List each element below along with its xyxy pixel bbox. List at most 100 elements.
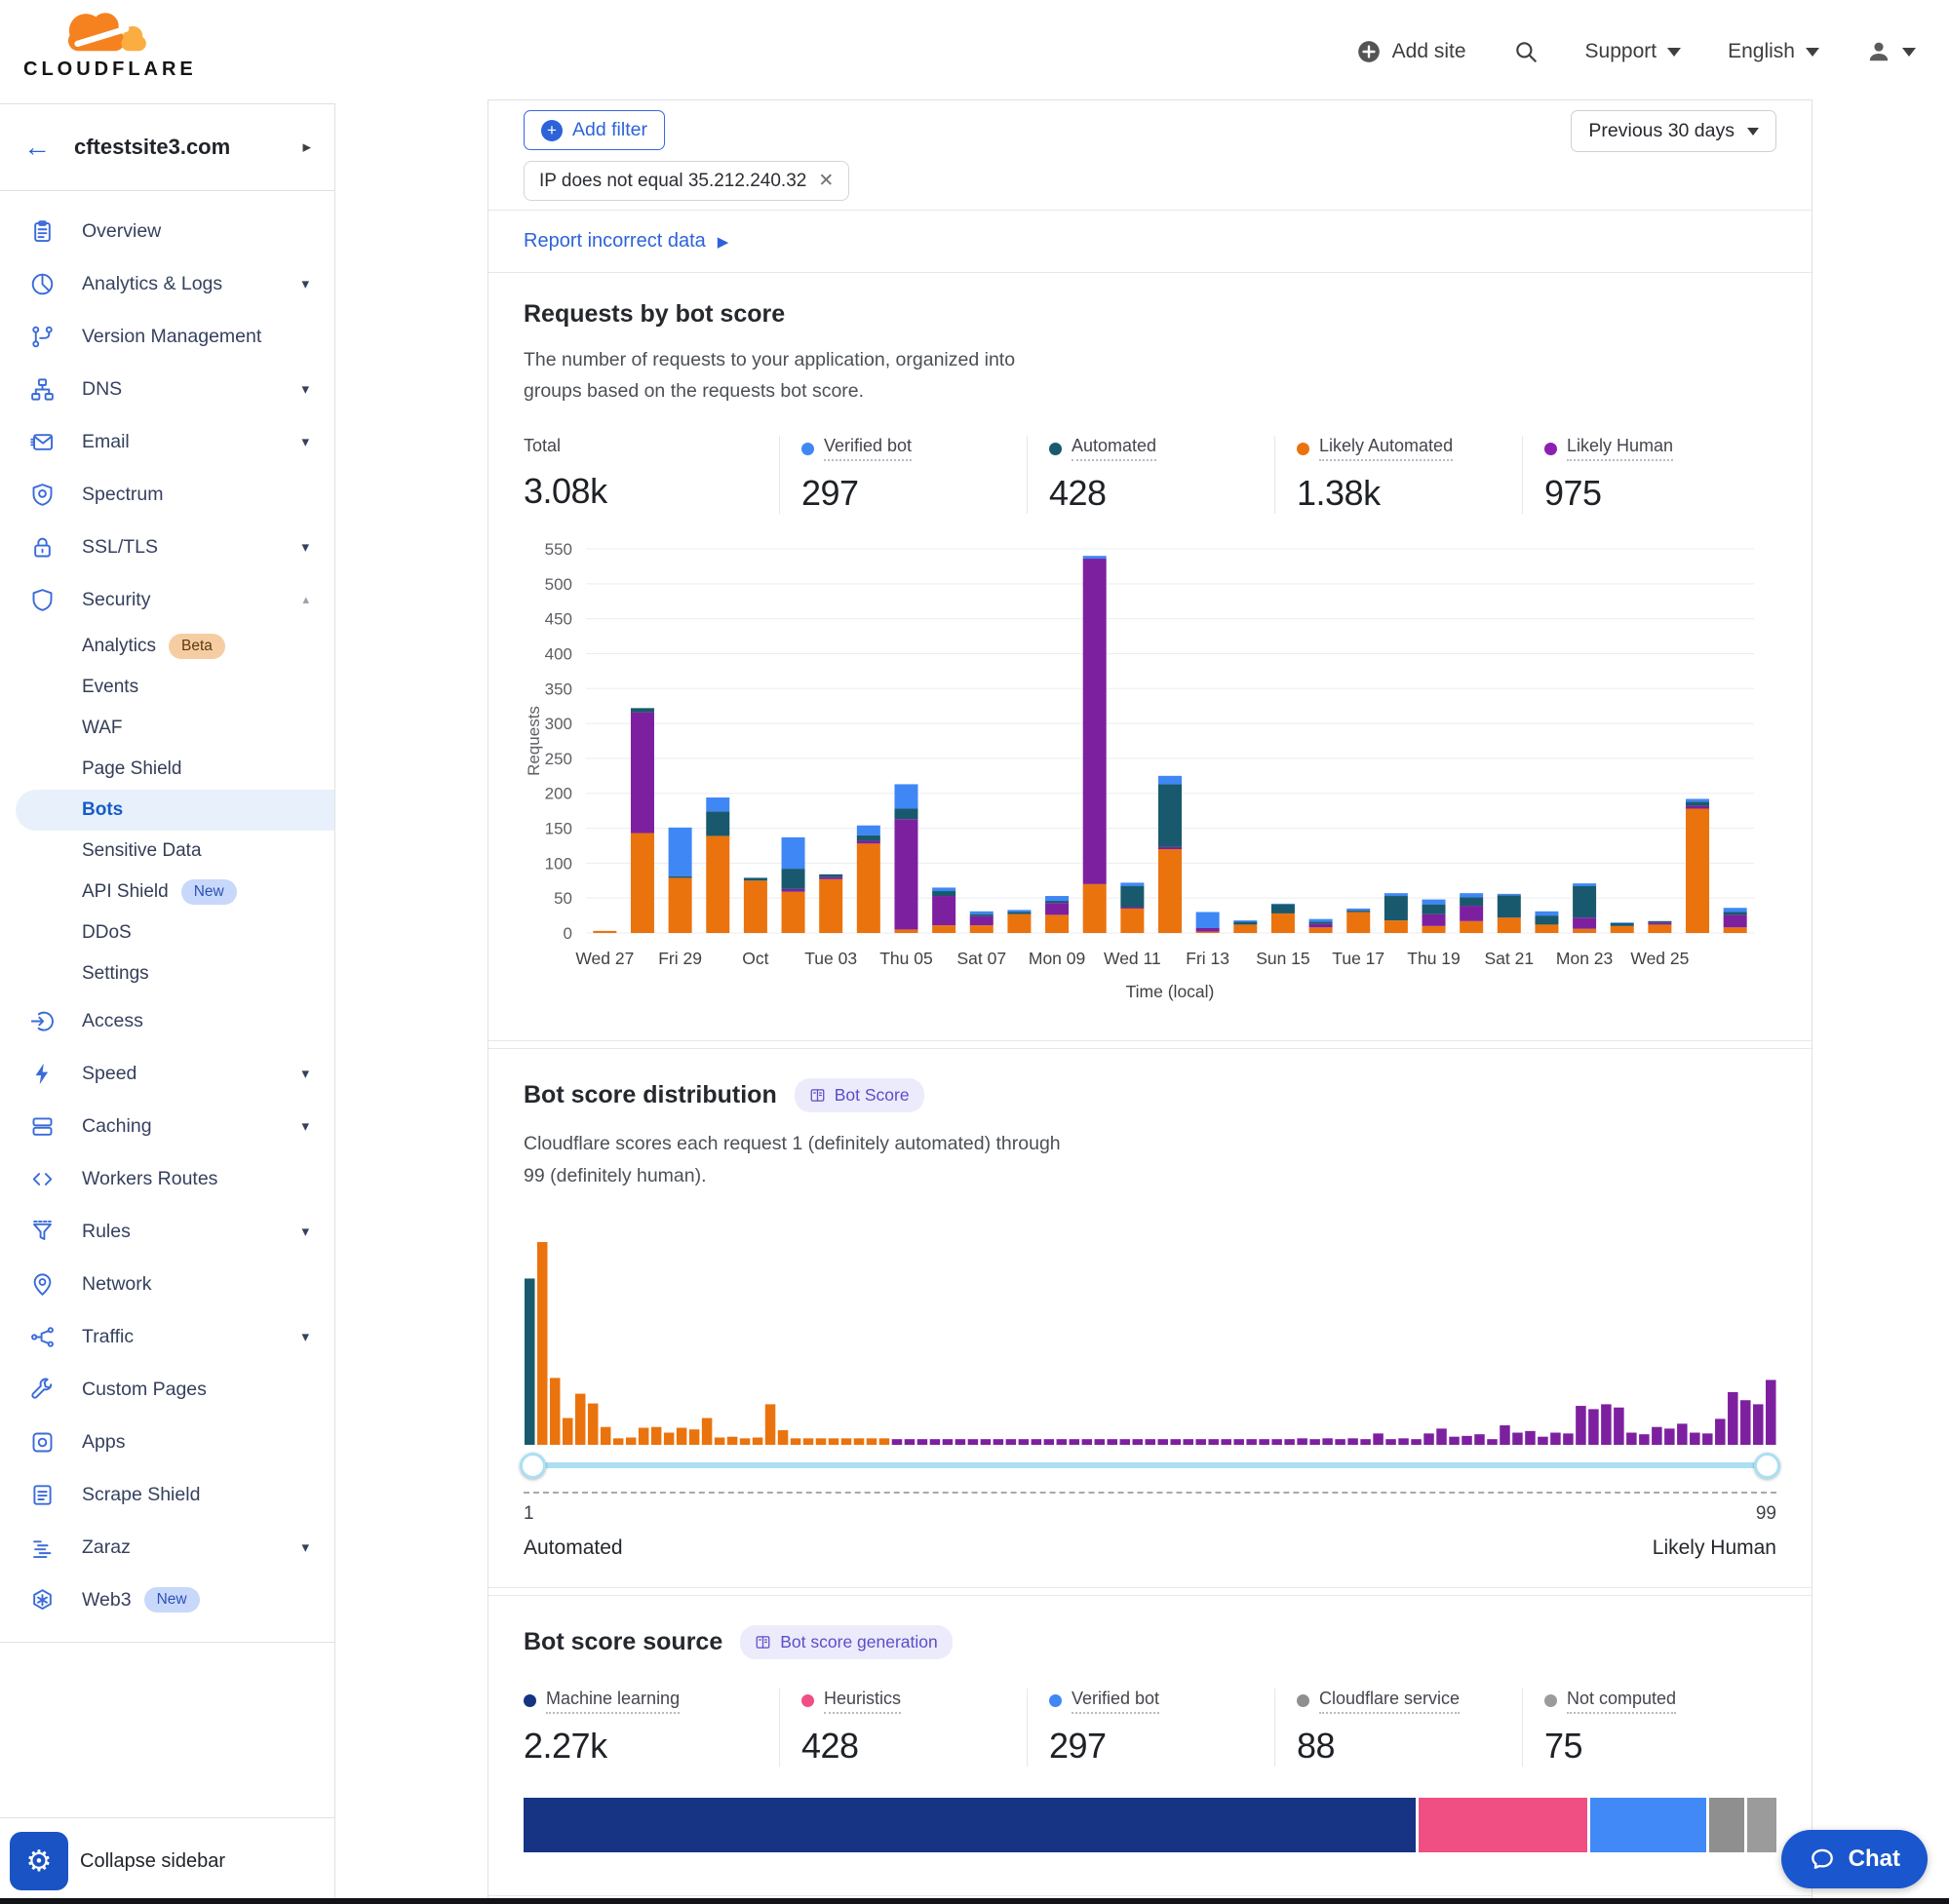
svg-text:450: 450 (545, 610, 572, 629)
sidebar-item-label: Bots (82, 799, 123, 821)
sidebar-item-analytics[interactable]: AnalyticsBeta (0, 626, 334, 667)
search-button[interactable] (1513, 39, 1539, 64)
sidebar-item-events[interactable]: Events (0, 667, 334, 708)
caret-down-icon: ▾ (301, 275, 309, 292)
stat-label[interactable]: Not computed (1567, 1689, 1676, 1714)
svg-text:Wed 11: Wed 11 (1104, 949, 1161, 968)
slider-bounds: 1 99 (524, 1503, 1776, 1525)
sidebar-item-label: Overview (82, 220, 161, 243)
sidebar-item-analytics-logs[interactable]: Analytics & Logs▾ (0, 257, 334, 310)
sidebar-item-scrape-shield[interactable]: Scrape Shield (0, 1468, 334, 1521)
sidebar-item-access[interactable]: Access (0, 994, 334, 1047)
back-arrow-icon[interactable]: ← (23, 134, 51, 161)
remove-filter-icon[interactable]: ✕ (818, 170, 834, 192)
add-site-button[interactable]: Add site (1356, 39, 1466, 64)
sidebar-item-caching[interactable]: Caching▾ (0, 1100, 334, 1152)
site-name[interactable]: cftestsite3.com (74, 135, 230, 160)
legend-dot-icon (1544, 443, 1557, 455)
sidebar: ← cftestsite3.com ▸ Overview Analytics & … (0, 103, 335, 1904)
preferences-gear-button[interactable]: ⚙ (10, 1832, 68, 1890)
slider-max-value: 99 (1756, 1503, 1776, 1525)
sidebar-item-ddos[interactable]: DDoS (0, 913, 334, 953)
sidebar-item-web3[interactable]: Web3New (0, 1574, 334, 1626)
sidebar-item-label: Security (82, 589, 150, 611)
sidebar-item-label: API Shield (82, 881, 169, 903)
sidebar-item-email[interactable]: Email▾ (0, 415, 334, 468)
source-stats-row: Machine learning 2.27k Heuristics 428 Verifi… (524, 1689, 1776, 1767)
sidebar-item-custom-pages[interactable]: Custom Pages (0, 1363, 334, 1416)
stat-cloudflare-service: Cloudflare service88 (1274, 1689, 1522, 1767)
stat-label[interactable]: Verified bot (824, 436, 912, 461)
sidebar-item-speed[interactable]: Speed▾ (0, 1047, 334, 1100)
stat-label[interactable]: Automated (1072, 436, 1156, 461)
sidebar-item-settings[interactable]: Settings (0, 953, 334, 994)
chat-button[interactable]: Chat (1781, 1830, 1928, 1888)
sidebar-item-bots[interactable]: Bots (16, 790, 334, 831)
window-bottom-edge (0, 1898, 1949, 1904)
sidebar-item-sensitive-data[interactable]: Sensitive Data (0, 831, 334, 872)
stat-value: 428 (801, 1726, 1027, 1767)
add-filter-button[interactable]: + Add filter (524, 110, 665, 150)
add-site-label: Add site (1392, 40, 1466, 63)
sidebar-item-spectrum[interactable]: Spectrum (0, 468, 334, 521)
site-expand-caret-icon[interactable]: ▸ (302, 137, 311, 157)
stat-value: 2.27k (524, 1726, 779, 1767)
slider-handle-max[interactable] (1754, 1453, 1780, 1479)
slider-track[interactable] (526, 1462, 1774, 1468)
sidebar-item-dns[interactable]: DNS▾ (0, 363, 334, 415)
sidebar-item-label: Sensitive Data (82, 840, 202, 862)
support-menu[interactable]: Support (1585, 40, 1682, 63)
slider-handle-min[interactable] (520, 1453, 546, 1479)
sidebar-item-overview[interactable]: Overview (0, 205, 334, 257)
sidebar-item-rules[interactable]: Rules▾ (0, 1205, 334, 1258)
stat-label[interactable]: Likely Automated (1319, 436, 1453, 461)
caret-right-icon: ▶ (718, 233, 729, 251)
section-gap (488, 1041, 1812, 1048)
sidebar-item-workers-routes[interactable]: Workers Routes (0, 1152, 334, 1205)
bot-score-docs-badge[interactable]: Bot Score (795, 1078, 924, 1112)
sidebar-item-zaraz[interactable]: Zaraz▾ (0, 1521, 334, 1574)
stat-label[interactable]: Verified bot (1072, 1689, 1159, 1714)
sidebar-item-traffic[interactable]: Traffic▾ (0, 1310, 334, 1363)
svg-text:500: 500 (545, 575, 572, 594)
sidebar-item-label: Email (82, 431, 130, 453)
sidebar-item-version-management[interactable]: Version Management (0, 310, 334, 363)
sidebar-item-page-shield[interactable]: Page Shield (0, 749, 334, 790)
svg-text:Wed 25: Wed 25 (1630, 949, 1689, 968)
language-menu[interactable]: English (1728, 40, 1819, 63)
stat-label[interactable]: Machine learning (546, 1689, 680, 1714)
server-stack-icon (29, 1113, 56, 1140)
bot-score-source-card: Bot score source Bot score generation Ma… (488, 1595, 1812, 1896)
svg-text:150: 150 (545, 820, 572, 838)
sidebar-item-waf[interactable]: WAF (0, 708, 334, 749)
sidebar-item-ssl-tls[interactable]: SSL/TLS▾ (0, 521, 334, 573)
sidebar-item-security[interactable]: Security▴ (0, 573, 334, 626)
sitemap-icon (29, 376, 56, 403)
shield-icon (29, 587, 56, 613)
stat-label[interactable]: Heuristics (824, 1689, 901, 1714)
sidebar-item-label: Events (82, 677, 138, 698)
account-menu[interactable] (1866, 39, 1916, 64)
bot-score-generation-docs-badge[interactable]: Bot score generation (740, 1625, 953, 1659)
stat-label[interactable]: Likely Human (1567, 436, 1673, 461)
score-range-slider[interactable] (524, 1453, 1776, 1478)
requests-card-description: The number of requests to your applicati… (524, 344, 1062, 407)
cloudflare-logo[interactable]: CLOUDFLARE (23, 4, 189, 81)
stat-value: 1.38k (1297, 473, 1522, 514)
sidebar-item-label: Page Shield (82, 758, 181, 780)
active-filter-chip[interactable]: IP does not equal 35.212.240.32 ✕ (524, 161, 849, 201)
sidebar-item-api-shield[interactable]: API Shield New (0, 872, 334, 913)
svg-text:300: 300 (545, 715, 572, 733)
new-badge: New (181, 879, 237, 905)
stat-label[interactable]: Cloudflare service (1319, 1689, 1460, 1714)
date-range-dropdown[interactable]: Previous 30 days (1571, 110, 1776, 152)
collapse-sidebar-button[interactable]: Collapse sidebar (80, 1850, 225, 1873)
report-incorrect-data-link[interactable]: Report incorrect data ▶ (524, 230, 728, 253)
sidebar-item-network[interactable]: Network (0, 1258, 334, 1310)
stat-value: 297 (1049, 1726, 1274, 1767)
caret-down-icon: ▾ (301, 1065, 309, 1082)
sidebar-item-label: Settings (82, 963, 149, 985)
sidebar-item-apps[interactable]: Apps (0, 1416, 334, 1468)
site-switcher: ← cftestsite3.com ▸ (0, 104, 334, 191)
stat-verified-bot: Verified bot297 (779, 436, 1027, 514)
